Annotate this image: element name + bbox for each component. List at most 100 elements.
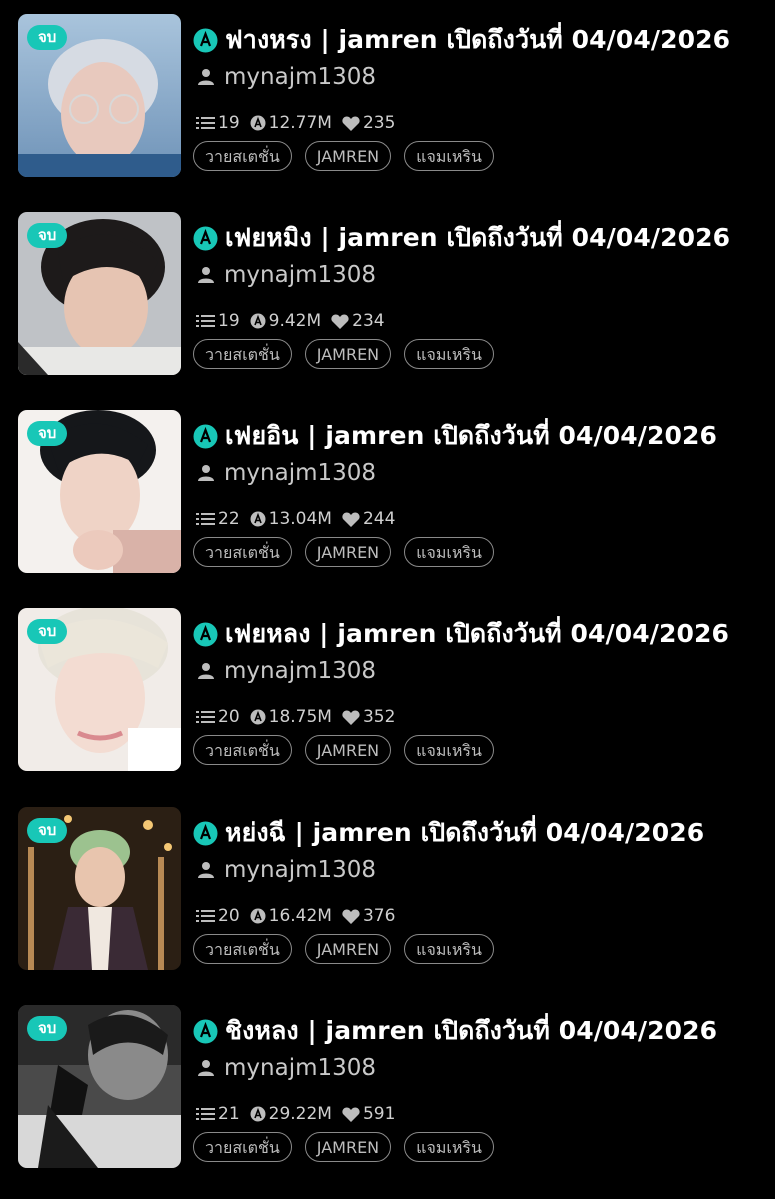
views-count: 18.75M xyxy=(268,707,332,727)
user-icon xyxy=(198,862,214,878)
views-icon xyxy=(250,115,266,131)
heart-icon xyxy=(342,116,360,131)
readawrite-logo-icon xyxy=(193,1019,218,1043)
tag-chip[interactable]: แจมเหริน xyxy=(404,537,494,567)
tag-chip[interactable]: วายสเตชั่น xyxy=(193,537,292,567)
story-cover-image[interactable]: จบ xyxy=(18,212,181,375)
story-title[interactable]: เฟยอิน | jamren เปิดถึงวันที่ 04/04/2026 xyxy=(225,416,717,456)
chapters-count: 22 xyxy=(218,509,240,529)
views-icon xyxy=(250,511,266,527)
views-stat: 13.04M xyxy=(250,509,332,529)
heart-icon xyxy=(331,314,349,329)
likes-count: 352 xyxy=(362,707,396,727)
chapters-stat: 22 xyxy=(196,509,240,529)
completed-badge: จบ xyxy=(27,818,68,843)
user-icon xyxy=(198,1060,214,1076)
views-count: 13.04M xyxy=(268,509,332,529)
tag-chip[interactable]: JAMREN xyxy=(304,537,392,567)
likes-count: 376 xyxy=(362,906,396,926)
readawrite-logo-icon xyxy=(193,28,218,52)
story-title[interactable]: เฟยหลง | jamren เปิดถึงวันที่ 04/04/2026 xyxy=(225,614,729,654)
author-name[interactable]: mynajm1308 xyxy=(224,460,376,486)
tag-chip[interactable]: JAMREN xyxy=(304,934,392,964)
likes-stat: 591 xyxy=(342,1104,395,1124)
story-item[interactable]: จบ เฟยหลง | jamren เปิดถึงวันที่ 04/04/2… xyxy=(0,608,775,772)
views-icon xyxy=(250,908,266,924)
completed-badge: จบ xyxy=(27,25,68,50)
user-icon xyxy=(198,465,214,481)
author-name[interactable]: mynajm1308 xyxy=(224,262,376,288)
list-icon xyxy=(196,711,215,723)
views-stat: 18.75M xyxy=(250,707,332,727)
tag-chip[interactable]: แจมเหริน xyxy=(404,1132,494,1162)
chapters-count: 19 xyxy=(218,311,240,331)
heart-icon xyxy=(342,710,360,725)
views-count: 9.42M xyxy=(268,311,322,331)
author-name[interactable]: mynajm1308 xyxy=(224,64,376,90)
heart-icon xyxy=(342,512,360,527)
tag-chip[interactable]: วายสเตชั่น xyxy=(193,735,292,765)
chapters-stat: 20 xyxy=(196,707,240,727)
readawrite-logo-icon xyxy=(193,226,218,250)
story-item[interactable]: จบ หย่งฉี | jamren เปิดถึงวันที่ 04/04/2… xyxy=(0,807,775,971)
likes-stat: 376 xyxy=(342,906,395,926)
chapters-stat: 19 xyxy=(196,113,240,133)
story-title[interactable]: ฟางหรง | jamren เปิดถึงวันที่ 04/04/2026 xyxy=(225,20,730,60)
story-title[interactable]: เฟยหมิง | jamren เปิดถึงวันที่ 04/04/202… xyxy=(225,218,730,258)
views-stat: 9.42M xyxy=(250,311,322,331)
tag-chip[interactable]: วายสเตชั่น xyxy=(193,1132,292,1162)
author-name[interactable]: mynajm1308 xyxy=(224,857,376,883)
chapters-stat: 21 xyxy=(196,1104,240,1124)
tag-chip[interactable]: วายสเตชั่น xyxy=(193,934,292,964)
likes-stat: 244 xyxy=(342,509,395,529)
tag-chip[interactable]: JAMREN xyxy=(304,141,392,171)
story-title[interactable]: ชิงหลง | jamren เปิดถึงวันที่ 04/04/2026 xyxy=(225,1011,717,1051)
tag-chip[interactable]: แจมเหริน xyxy=(404,339,494,369)
chapters-count: 21 xyxy=(218,1104,240,1124)
likes-count: 591 xyxy=(362,1104,396,1124)
list-icon xyxy=(196,513,215,525)
story-title[interactable]: หย่งฉี | jamren เปิดถึงวันที่ 04/04/2026 xyxy=(225,813,704,853)
user-icon xyxy=(198,267,214,283)
story-cover-image[interactable]: จบ xyxy=(18,14,181,177)
tag-chip[interactable]: วายสเตชั่น xyxy=(193,339,292,369)
completed-badge: จบ xyxy=(27,619,68,644)
story-cover-image[interactable]: จบ xyxy=(18,608,181,771)
story-item[interactable]: จบ ฟางหรง | jamren เปิดถึงวันที่ 04/04/2… xyxy=(0,14,775,178)
story-cover-image[interactable]: จบ xyxy=(18,410,181,573)
views-count: 12.77M xyxy=(268,113,332,133)
chapters-count: 20 xyxy=(218,906,240,926)
tag-chip[interactable]: JAMREN xyxy=(304,339,392,369)
list-icon xyxy=(196,1108,215,1120)
likes-stat: 234 xyxy=(331,311,385,331)
story-item[interactable]: จบ เฟยอิน | jamren เปิดถึงวันที่ 04/04/2… xyxy=(0,410,775,574)
views-icon xyxy=(250,709,266,725)
heart-icon xyxy=(342,909,360,924)
views-count: 16.42M xyxy=(268,906,332,926)
likes-count: 235 xyxy=(362,113,396,133)
views-stat: 29.22M xyxy=(250,1104,332,1124)
tag-chip[interactable]: วายสเตชั่น xyxy=(193,141,292,171)
author-name[interactable]: mynajm1308 xyxy=(224,658,376,684)
story-cover-image[interactable]: จบ xyxy=(18,807,181,970)
tag-chip[interactable]: แจมเหริน xyxy=(404,141,494,171)
story-item[interactable]: จบ ชิงหลง | jamren เปิดถึงวันที่ 04/04/2… xyxy=(0,1005,775,1169)
readawrite-logo-icon xyxy=(193,424,218,448)
story-cover-image[interactable]: จบ xyxy=(18,1005,181,1168)
list-icon xyxy=(196,315,215,327)
list-icon xyxy=(196,117,215,129)
tag-chip[interactable]: JAMREN xyxy=(304,1132,392,1162)
views-stat: 12.77M xyxy=(250,113,332,133)
story-item[interactable]: จบ เฟยหมิง | jamren เปิดถึงวันที่ 04/04/… xyxy=(0,212,775,376)
heart-icon xyxy=(342,1107,360,1122)
views-icon xyxy=(250,1106,266,1122)
author-name[interactable]: mynajm1308 xyxy=(224,1055,376,1081)
likes-count: 244 xyxy=(362,509,396,529)
views-count: 29.22M xyxy=(268,1104,332,1124)
views-stat: 16.42M xyxy=(250,906,332,926)
tag-chip[interactable]: JAMREN xyxy=(304,735,392,765)
tag-chip[interactable]: แจมเหริน xyxy=(404,735,494,765)
tag-chip[interactable]: แจมเหริน xyxy=(404,934,494,964)
readawrite-logo-icon xyxy=(193,622,218,646)
chapters-stat: 19 xyxy=(196,311,240,331)
